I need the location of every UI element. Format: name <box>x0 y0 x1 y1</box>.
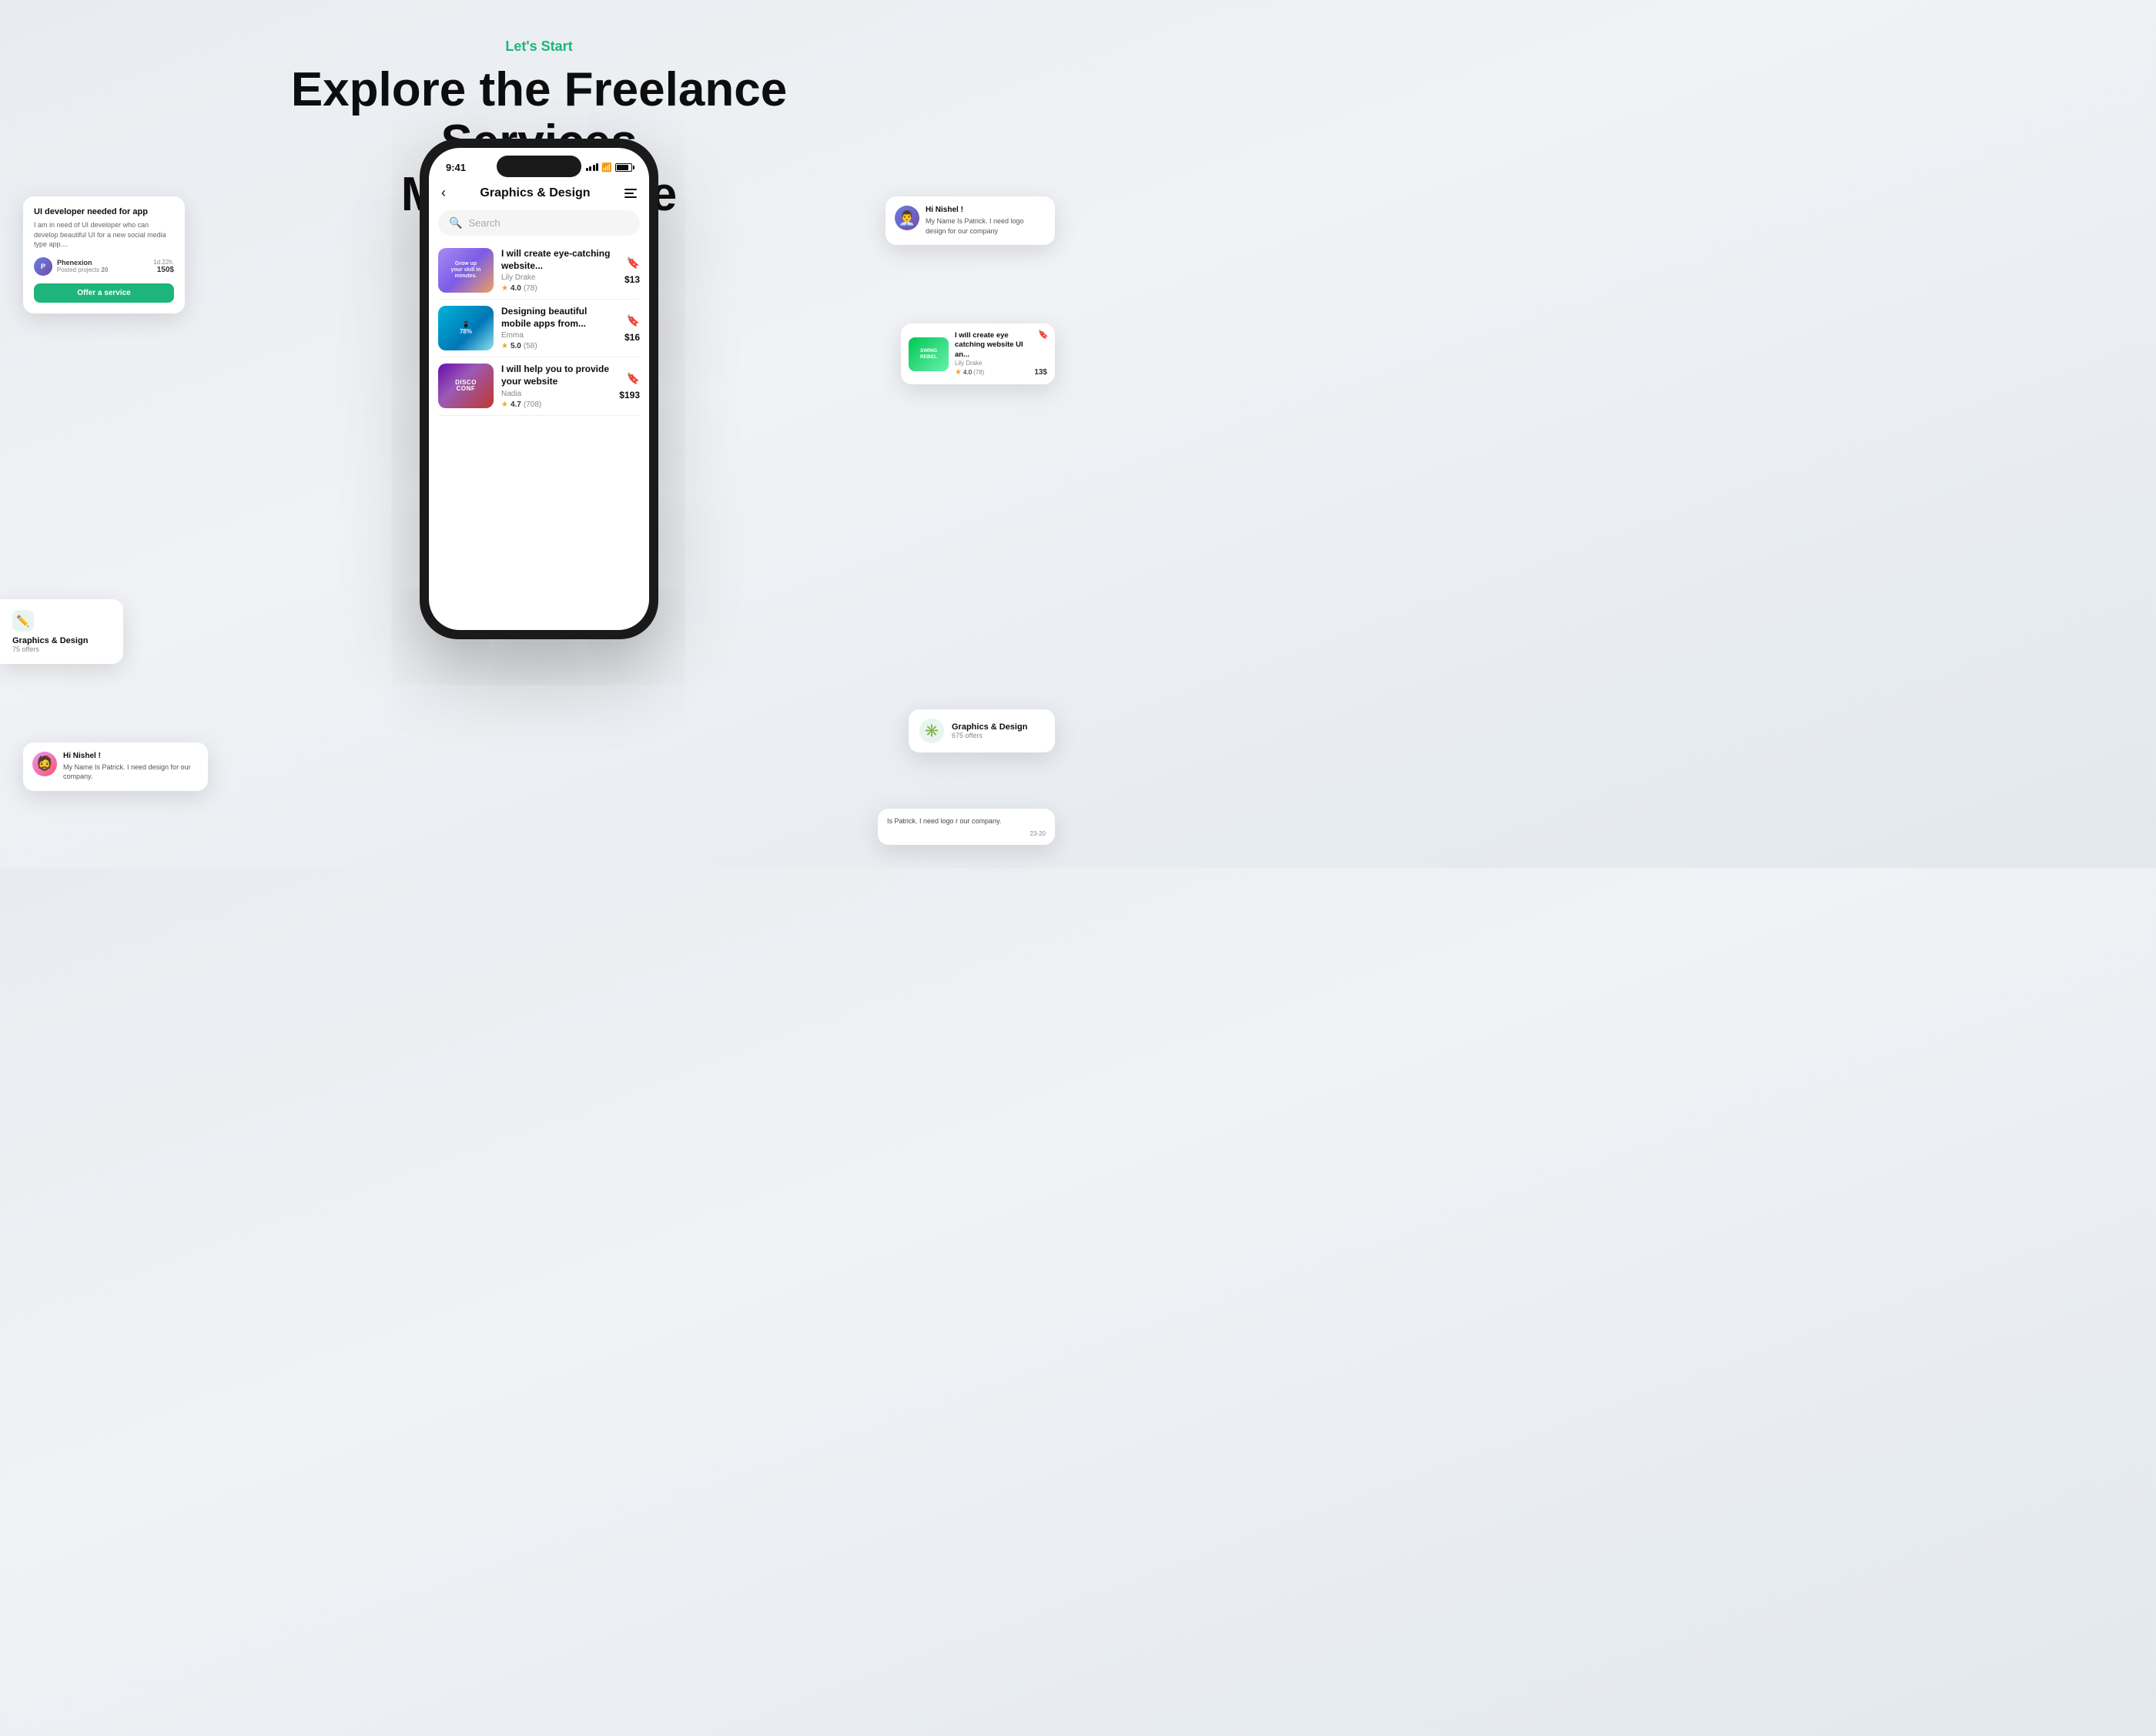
avatar: 🧔 <box>32 752 57 776</box>
service-thumbnail: Grow upyour skill inminutes. <box>438 248 494 293</box>
status-time: 9:41 <box>446 162 466 173</box>
category-offers-right: 675 offers <box>952 732 1027 739</box>
job-title: UI developer needed for app <box>34 207 174 216</box>
rating-count: (708) <box>524 400 541 409</box>
service-actions: 🔖 $16 <box>624 314 640 343</box>
category-name: Graphics & Design <box>12 636 111 645</box>
bookmark-icon[interactable]: 🔖 <box>627 314 640 327</box>
rating-value: 4.7 <box>511 400 521 409</box>
service-info: I will help you to provide your website … <box>501 364 611 408</box>
service-price: $16 <box>624 332 640 343</box>
rating-value: 5.0 <box>511 342 521 350</box>
app-header: ‹ Graphics & Design <box>429 182 649 207</box>
sparkle-icon: ✳️ <box>919 719 944 743</box>
phone-mockup: 9:41 📶 ‹ Graphics & Desi <box>420 139 658 639</box>
chat-card-left: 🧔 Hi Nishel ! My Name Is Patrick. I need… <box>23 742 208 791</box>
service-actions: 🔖 $13 <box>624 256 640 285</box>
bookmark-icon[interactable]: 🔖 <box>627 372 640 385</box>
chat-card-right-top: 👨‍💼 Hi Nishel ! My Name Is Patrick. I ne… <box>886 196 1055 245</box>
battery-icon <box>615 163 632 172</box>
rating-value: 4.0 <box>511 284 521 293</box>
user-projects: Posted projects 20 <box>57 266 108 273</box>
search-box[interactable]: 🔍 Search <box>438 210 640 236</box>
phone-notch <box>497 156 581 177</box>
service-author: Emma <box>501 331 617 340</box>
lets-start-label: Let's Start <box>0 39 1078 55</box>
category-card-right[interactable]: ✳️ Graphics & Design 675 offers <box>909 709 1055 752</box>
phone-screen: 9:41 📶 ‹ Graphics & Desi <box>429 148 649 630</box>
service-thumbnail: DISCOCONF <box>438 364 494 408</box>
service-list: Grow upyour skill inminutes. I will crea… <box>429 242 649 630</box>
avatar: P <box>34 257 52 276</box>
service-author: Nadia <box>501 390 611 398</box>
service-price: $193 <box>619 390 640 400</box>
wifi-icon: 📶 <box>601 163 612 173</box>
chat-card-bottom-right: Is Patrick. I need logo r our company. 2… <box>878 809 1055 845</box>
job-user: P Phenexion Posted projects 20 <box>34 257 108 276</box>
service-item[interactable]: Grow upyour skill inminutes. I will crea… <box>438 242 640 300</box>
service-actions: 🔖 $193 <box>619 372 640 400</box>
star-icon: ★ <box>501 284 508 293</box>
signal-bars-icon <box>586 163 599 171</box>
phone-frame: 9:41 📶 ‹ Graphics & Desi <box>420 139 658 639</box>
app-title: Graphics & Design <box>480 186 590 200</box>
bookmark-icon[interactable]: 🔖 <box>627 256 640 270</box>
service-title-small: I will create eye catching website UI an… <box>955 331 1028 360</box>
star-icon: ★ <box>501 400 508 409</box>
service-price: $13 <box>624 274 640 285</box>
service-info-small: I will create eye catching website UI an… <box>955 331 1028 377</box>
star-icon: ★ <box>955 368 962 377</box>
service-author: Lily Drake <box>501 273 617 282</box>
star-icon: ★ <box>501 342 508 350</box>
chat-bottom-text: Is Patrick. I need logo r our company. <box>887 816 1046 826</box>
filter-menu-button[interactable] <box>624 189 637 198</box>
bookmark-icon[interactable]: 🔖 <box>1038 330 1049 340</box>
avatar: 👨‍💼 <box>895 206 919 230</box>
service-item[interactable]: DISCOCONF I will help you to provide you… <box>438 357 640 415</box>
search-input[interactable]: Search <box>468 217 629 229</box>
chat-content: Hi Nishel ! My Name Is Patrick. I need d… <box>63 752 199 782</box>
chat-content: Hi Nishel ! My Name Is Patrick. I need l… <box>926 206 1046 236</box>
service-info: Designing beautiful mobile apps from... … <box>501 306 617 350</box>
service-rating-small: ★ 4.0 (78) <box>955 368 1028 377</box>
category-info-right: Graphics & Design 675 offers <box>952 722 1027 739</box>
offer-service-button[interactable]: Offer a service <box>34 283 174 303</box>
job-price: 150$ <box>153 266 174 274</box>
job-time-price: 1d.22h. 150$ <box>153 259 174 274</box>
service-title: I will help you to provide your website <box>501 364 611 387</box>
category-card-left[interactable]: ✏️ Graphics & Design 75 offers <box>0 599 123 664</box>
user-name: Phenexion <box>57 259 108 266</box>
service-rating: ★ 4.0 (78) <box>501 284 617 293</box>
service-thumbnail-small: SwingRebel <box>909 337 949 371</box>
rating-count: (58) <box>524 342 537 350</box>
service-title: Designing beautiful mobile apps from... <box>501 306 617 330</box>
service-title: I will create eye-catching website... <box>501 248 617 272</box>
rating-count: (78) <box>524 284 537 293</box>
category-offers: 75 offers <box>12 645 111 653</box>
job-description: I am in need of UI developer who can dev… <box>34 220 174 250</box>
service-card-right[interactable]: SwingRebel I will create eye catching we… <box>901 323 1055 384</box>
service-info: I will create eye-catching website... Li… <box>501 248 617 293</box>
chat-time: 23-20 <box>887 830 1046 837</box>
chat-greeting: Hi Nishel ! <box>63 752 199 760</box>
service-thumbnail: 📱78% <box>438 306 494 350</box>
job-meta: P Phenexion Posted projects 20 1d.22h. 1… <box>34 257 174 276</box>
service-price-small: 13$ <box>1034 368 1047 377</box>
service-author-small: Lily Drake <box>955 360 1028 367</box>
service-rating: ★ 4.7 (708) <box>501 400 611 409</box>
job-time: 1d.22h. <box>153 259 174 266</box>
job-card: UI developer needed for app I am in need… <box>23 196 185 313</box>
category-name-right: Graphics & Design <box>952 722 1027 732</box>
back-button[interactable]: ‹ <box>441 185 446 201</box>
search-icon: 🔍 <box>449 216 462 230</box>
chat-message: My Name Is Patrick. I need design for ou… <box>63 762 199 782</box>
service-rating: ★ 5.0 (58) <box>501 342 617 350</box>
status-icons: 📶 <box>586 163 632 173</box>
chat-message: My Name Is Patrick. I need logo design f… <box>926 216 1046 236</box>
chat-greeting: Hi Nishel ! <box>926 206 1046 214</box>
category-icon: ✏️ <box>12 610 34 632</box>
service-item[interactable]: 📱78% Designing beautiful mobile apps fro… <box>438 300 640 357</box>
